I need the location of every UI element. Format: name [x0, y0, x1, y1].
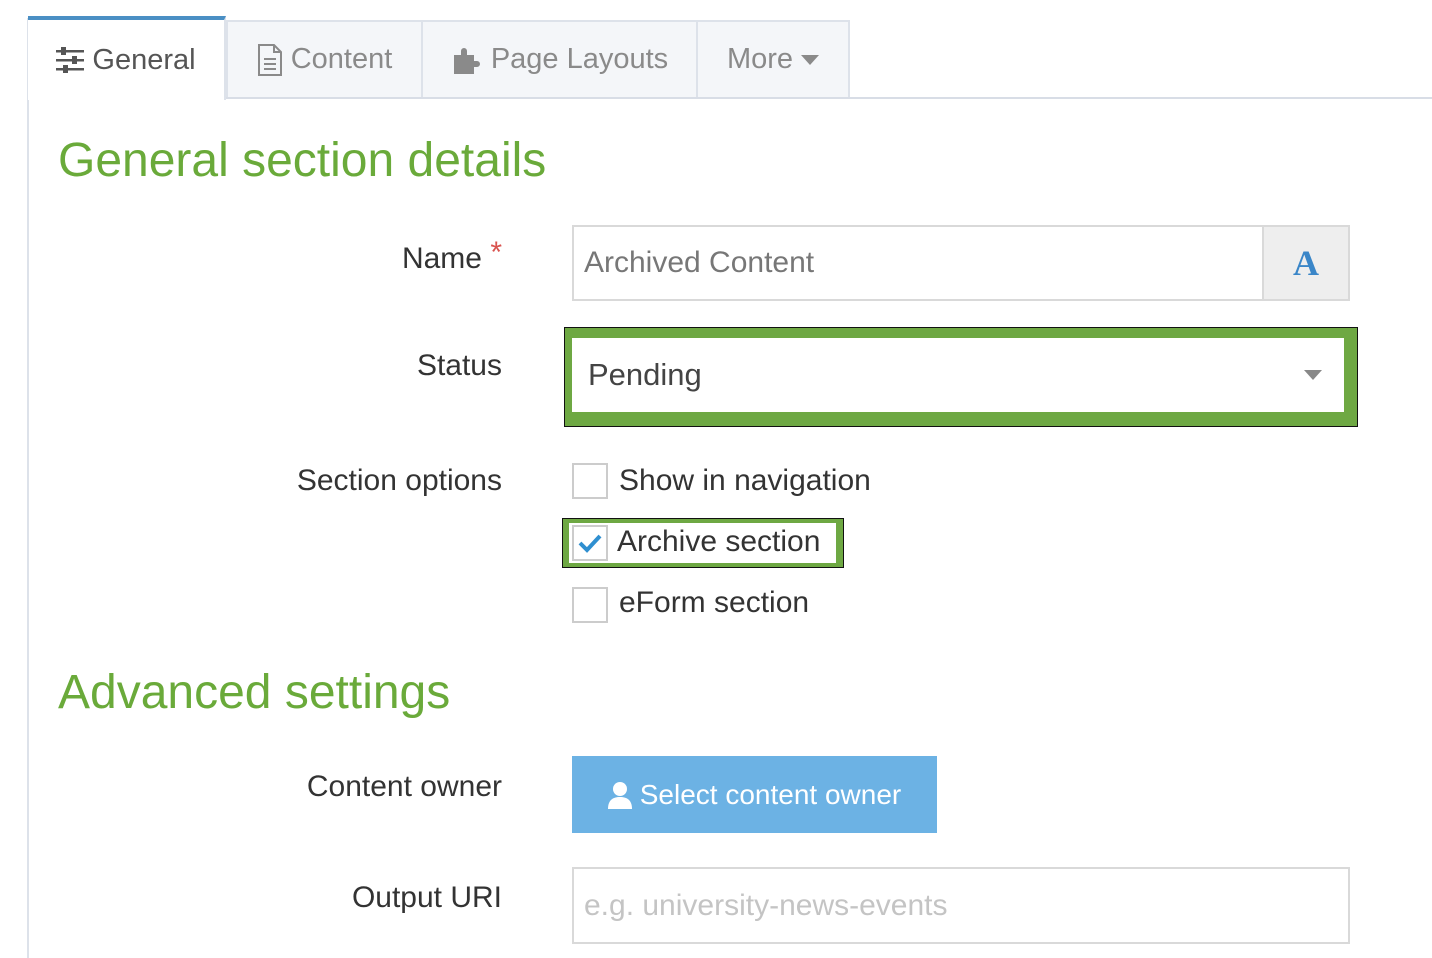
status-value: Pending [588, 357, 702, 392]
required-mark: * [490, 236, 502, 269]
eform-section-label: eForm section [619, 586, 810, 619]
document-icon [257, 43, 282, 76]
eform-section-checkbox[interactable] [572, 587, 608, 623]
output-uri-input[interactable] [572, 867, 1350, 944]
tab-general[interactable]: General [28, 16, 226, 100]
sliders-icon [56, 47, 85, 73]
archive-section-checkbox[interactable] [572, 525, 608, 561]
tab-label: Page Layouts [490, 43, 669, 75]
checkmark-icon [578, 534, 602, 553]
panel-border [27, 18, 29, 958]
archive-section-label: Archive section [617, 525, 821, 558]
user-icon [607, 781, 632, 809]
puzzle-icon [453, 47, 480, 74]
select-content-owner-button[interactable]: Select content owner [572, 756, 937, 833]
tab-content[interactable]: Content [226, 20, 423, 97]
tab-page-layouts[interactable]: Page Layouts [421, 20, 698, 97]
caret-down-icon [801, 54, 820, 65]
status-select[interactable]: Pending [572, 338, 1344, 412]
status-label: Status [416, 349, 502, 382]
advanced-heading: Advanced settings [58, 666, 451, 719]
caret-down-icon [1304, 370, 1322, 380]
show-in-navigation-checkbox[interactable] [572, 463, 608, 499]
content-owner-label: Content owner [306, 770, 502, 803]
name-label-text: Name [401, 242, 482, 275]
tab-label: More [726, 43, 794, 75]
general-heading: General section details [58, 134, 547, 187]
show-in-navigation-label: Show in navigation [619, 464, 871, 497]
button-label: Select content owner [639, 778, 902, 810]
tab-bar-divider [226, 97, 1432, 99]
tab-label: General [92, 43, 196, 76]
language-button[interactable]: A [1262, 225, 1350, 301]
name-label: Name * [401, 236, 502, 276]
section-options-label: Section options [296, 464, 502, 497]
tab-label: Content [290, 43, 393, 75]
name-input[interactable]: Archived Content [572, 225, 1264, 301]
output-uri-label: Output URI [351, 881, 502, 914]
tab-more[interactable]: More [696, 20, 850, 97]
